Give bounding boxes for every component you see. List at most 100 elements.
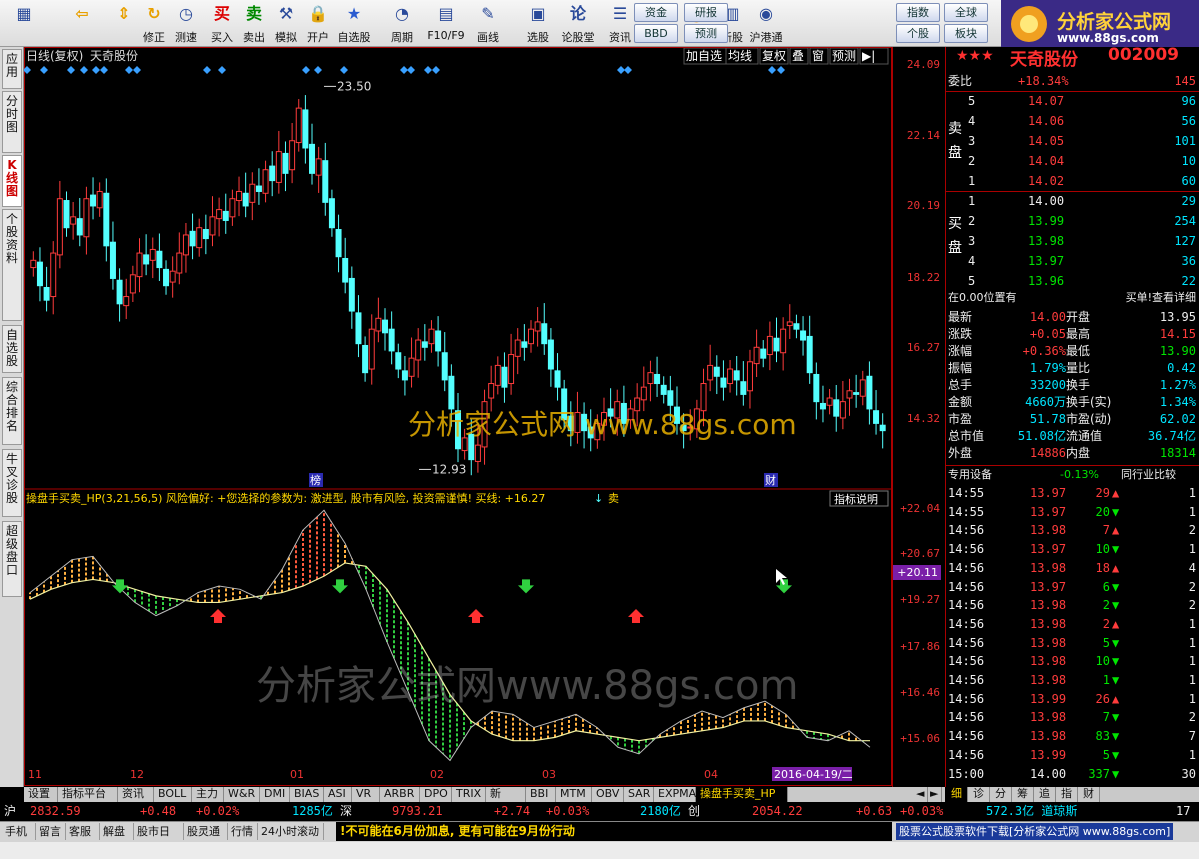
right-tab[interactable]: 追 (1034, 787, 1056, 802)
ask-row[interactable]: 4 14.06 56 (946, 112, 1199, 131)
indicator-tab[interactable]: EXPMA (654, 787, 696, 802)
toolbar-small-button[interactable]: 个股 (896, 24, 940, 43)
stat-row: 最新 14.00 开盘 13.95 (948, 310, 1196, 324)
bid-row[interactable]: 4 13.97 36 (946, 252, 1199, 271)
ask-row[interactable]: 1 14.02 60 (946, 172, 1199, 191)
side-tab[interactable]: 自选股 (2, 325, 22, 373)
toolbar-button-11[interactable]: ▤ F10/F9 (424, 2, 468, 45)
view-detail-link[interactable]: 买单!查看详细 (1126, 290, 1196, 306)
bid-row[interactable]: 2 13.99 254 (946, 212, 1199, 231)
ask-row[interactable]: 5 14.07 96 (946, 92, 1199, 111)
indicator-tab[interactable]: OBV (592, 787, 624, 802)
indicator-tab[interactable]: DMI (260, 787, 290, 802)
indicator-tab[interactable]: ASI (324, 787, 352, 802)
bid-row[interactable]: 5 13.96 22 (946, 272, 1199, 291)
status-item[interactable]: 股灵通 (184, 823, 228, 840)
indicator-tab[interactable]: BIAS (290, 787, 324, 802)
side-tab[interactable]: 牛叉诊股 (2, 449, 22, 517)
side-tab[interactable]: K线图 (2, 155, 22, 207)
indicator-tab[interactable]: 主力 (192, 787, 224, 802)
scrolling-news[interactable]: !不可能在6月份加息, 更有可能在9月份行动 (336, 822, 892, 841)
toolbar-button-5[interactable]: 买买入 (204, 2, 240, 45)
toolbar-button-14[interactable]: 论论股堂 (560, 2, 596, 45)
indicator-tab[interactable]: 操盘手买卖_HP (696, 787, 788, 802)
status-item[interactable]: 手机 (2, 823, 36, 840)
indicator-tab[interactable]: SAR (624, 787, 654, 802)
candle (388, 311, 395, 365)
chart-header-button[interactable]: 均线 (725, 47, 759, 65)
right-tab[interactable]: 细 (946, 787, 968, 802)
toolbar-button-13[interactable]: ▣ 选股 (520, 2, 556, 45)
indicator-tab[interactable]: TRIX (452, 787, 486, 802)
toolbar-button-7[interactable]: ⚒ 模拟 (268, 2, 304, 45)
right-tab[interactable]: 财 (1078, 787, 1100, 802)
toolbar-button-8[interactable]: 🔒 开户 (300, 2, 336, 45)
bid-row[interactable]: 1 14.00 29 (946, 192, 1199, 211)
ask-row[interactable]: 2 14.04 10 (946, 152, 1199, 171)
status-item[interactable]: 解盘 (100, 823, 134, 840)
status-item[interactable]: 留言 (36, 823, 66, 840)
chart-header-button[interactable]: 窗 (809, 47, 829, 65)
chart-header-button[interactable]: ▶| (859, 47, 889, 65)
ask-row[interactable]: 3 14.05 101 (946, 132, 1199, 151)
indicator-tab[interactable]: W&R (224, 787, 260, 802)
right-tab[interactable]: 分 (990, 787, 1012, 802)
indicator-tab[interactable]: MTM (556, 787, 592, 802)
toolbar-button-9[interactable]: ★ 自选股 (336, 2, 372, 45)
right-tab[interactable]: 筹 (1012, 787, 1034, 802)
toolbar-small-button[interactable]: 全球 (944, 3, 988, 22)
chart-header-button[interactable]: 复权 (759, 47, 789, 65)
indicator-tab[interactable]: 资讯 (118, 787, 154, 802)
toolbar-button-4[interactable]: ◷ 测速 (168, 2, 204, 45)
side-tab[interactable]: 个股资料 (2, 209, 22, 321)
side-tab[interactable]: 综合排名 (2, 377, 22, 445)
right-tab[interactable]: 诊 (968, 787, 990, 802)
chart-header-button[interactable]: 预测 (829, 47, 859, 65)
industry-compare-link[interactable]: 同行业比较 (1121, 466, 1176, 483)
ad-link[interactable]: 股票公式股票软件下载[分析家公式网 www.88gs.com] (896, 823, 1174, 840)
toolbar-small-button[interactable]: 预测 (684, 24, 728, 43)
indicator-current-value: +20.11 (893, 564, 941, 580)
toolbar-button-12[interactable]: ✎ 画线 (470, 2, 506, 45)
candle (182, 222, 189, 273)
status-item[interactable]: 24小时滚动 (258, 823, 324, 840)
toolbar-button-15[interactable]: ☰ 资讯 (602, 2, 638, 45)
side-tab[interactable]: 超级盘口 (2, 521, 22, 597)
toolbar-button-10[interactable]: ◔ 周期 (384, 2, 420, 45)
scroll-arrow-icon[interactable]: ► (928, 787, 942, 802)
indicator-tab[interactable]: 设置 (24, 787, 58, 802)
toolbar-small-button[interactable]: 资金 (634, 3, 678, 22)
candle (229, 189, 236, 226)
toolbar-button-3[interactable]: ↻ 修正 (136, 2, 172, 45)
status-item[interactable]: 行情 (228, 823, 258, 840)
toolbar-button-6[interactable]: 卖卖出 (236, 2, 272, 45)
toolbar-button-1[interactable]: ⇦ (64, 2, 100, 45)
indicator-tab[interactable]: ARBR (380, 787, 420, 802)
indicator-help-button[interactable]: 指标说明 (829, 490, 889, 507)
indicator-tab[interactable]: 新DMA (486, 787, 526, 814)
indicator-tab[interactable]: BOLL (154, 787, 192, 802)
toolbar-small-button[interactable]: 研报 (684, 3, 728, 22)
right-tab[interactable]: 指 (1056, 787, 1078, 802)
status-item[interactable]: 股市日记 (134, 823, 184, 855)
toolbar-button-19[interactable]: ◉ 沪港通 (748, 2, 784, 45)
signal-diamond (133, 66, 141, 74)
indicator-tab[interactable]: 指标平台 (58, 787, 118, 802)
side-tab[interactable]: 分时图 (2, 91, 22, 153)
scroll-arrow-icon[interactable]: ◄ (914, 787, 928, 802)
indicator-tab[interactable]: VR (352, 787, 380, 802)
toolbar-small-button[interactable]: 指数 (896, 3, 940, 22)
side-tab[interactable]: 应用 (2, 49, 22, 89)
toolbar-button-0[interactable]: ▦ (6, 2, 42, 45)
status-item[interactable]: 客服 (66, 823, 100, 840)
kline-chart-area[interactable]: 日线(复权) 天奇股份 加自选 均线 复权叠窗预测 ▶| 23.50 12.93 榜财分析家公式… (23, 47, 892, 787)
toolbar-small-button[interactable]: 板块 (944, 24, 988, 43)
toolbar-small-button[interactable]: BBD (634, 24, 678, 43)
indicator-tab[interactable]: BBI (526, 787, 556, 802)
indicator-tab[interactable]: DPO (420, 787, 452, 802)
bid-row[interactable]: 3 13.98 127 (946, 232, 1199, 251)
candle (534, 307, 541, 347)
candle (222, 193, 229, 234)
chart-header-button[interactable]: 叠 (789, 47, 809, 65)
chart-header-button[interactable]: 加自选 (683, 47, 727, 65)
